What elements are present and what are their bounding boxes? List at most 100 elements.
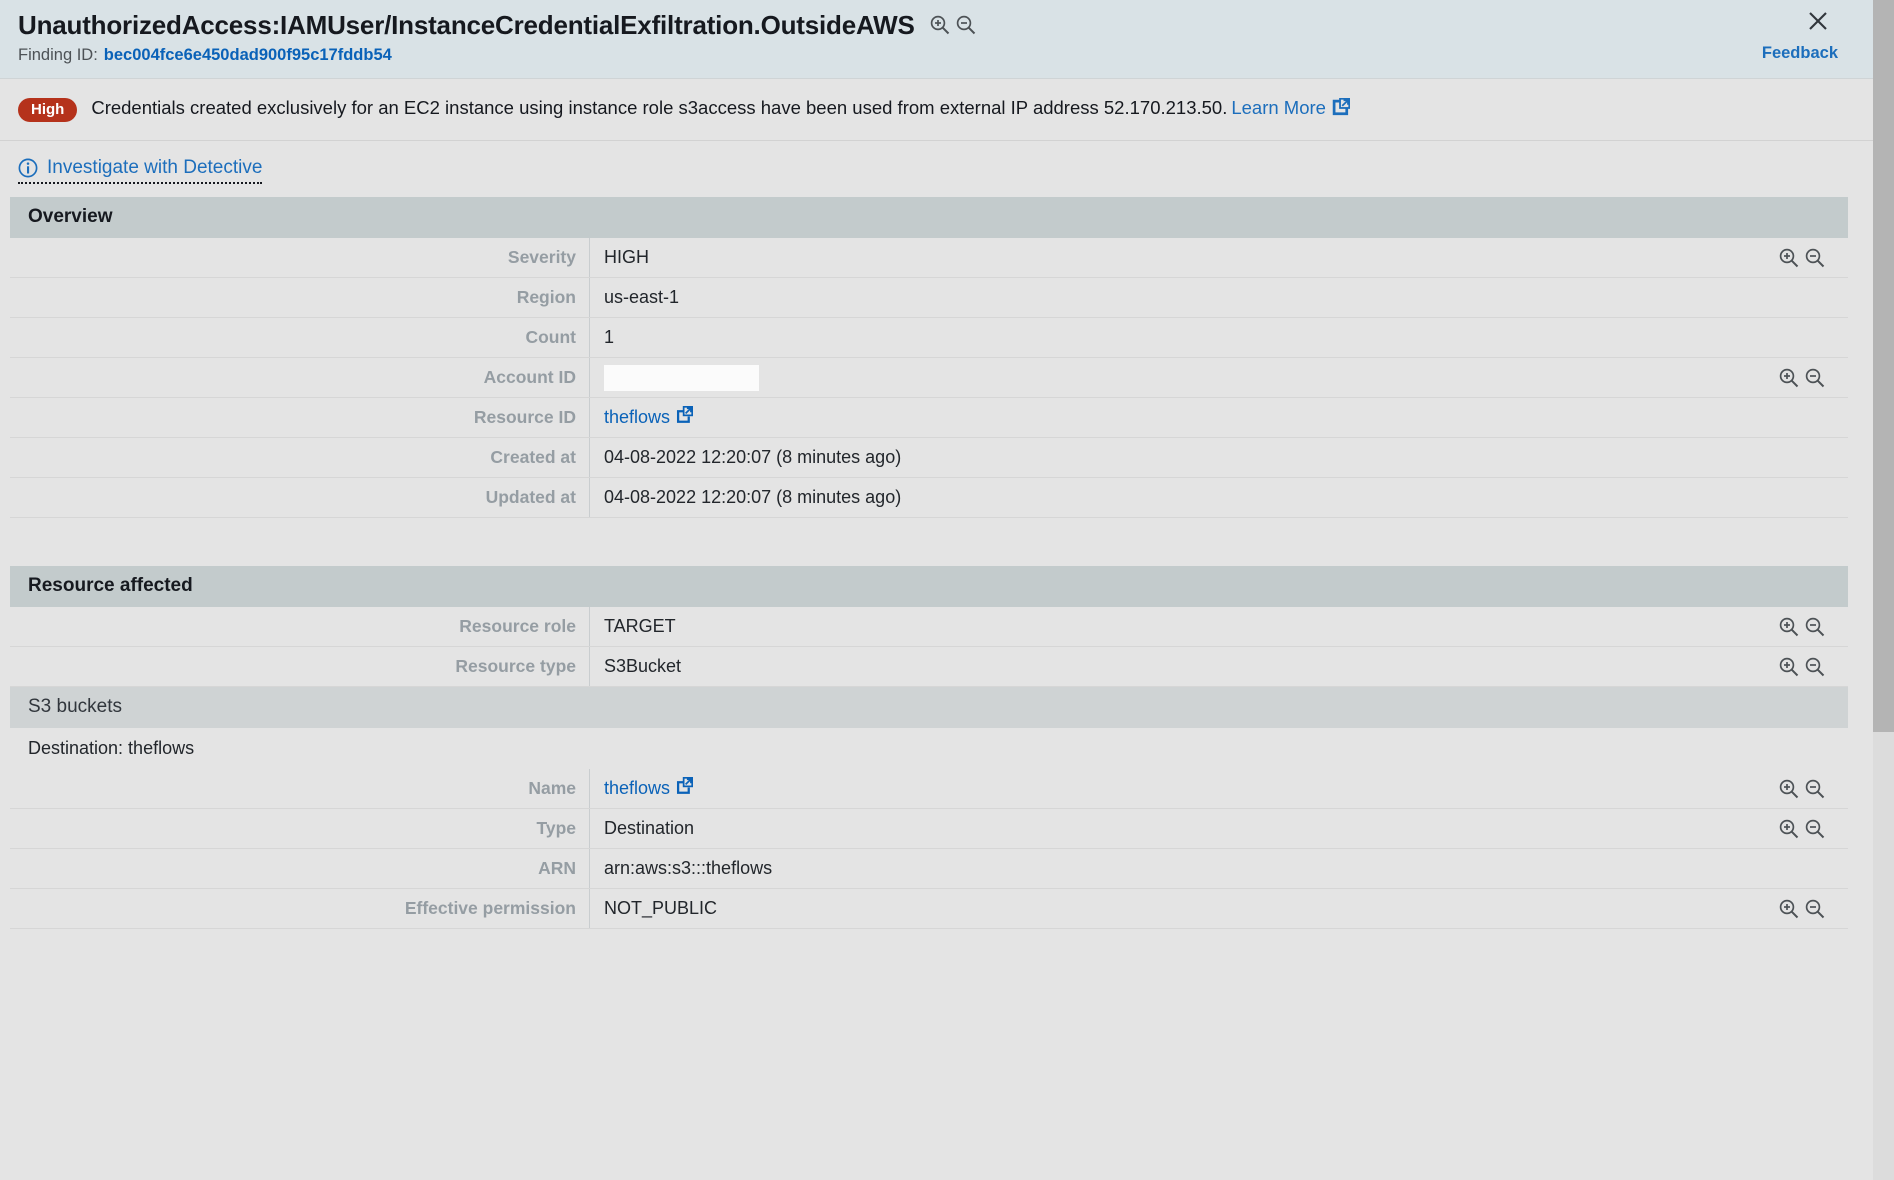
row-label: Resource ID	[10, 398, 590, 437]
page-title: UnauthorizedAccess:IAMUser/InstanceCrede…	[18, 9, 915, 40]
row-value: arn:aws:s3:::theflows	[590, 858, 1848, 879]
vertical-scrollbar[interactable]	[1873, 0, 1894, 1180]
feedback-link[interactable]: Feedback	[1762, 44, 1838, 63]
row-label: Created at	[10, 438, 590, 477]
row-label: Type	[10, 809, 590, 848]
resource-affected-section: Resource affected Resource role TARGET R…	[10, 566, 1848, 929]
row-value-text: TARGET	[604, 616, 676, 636]
row-value: S3Bucket	[590, 656, 1848, 677]
row-value-text: arn:aws:s3:::theflows	[604, 858, 773, 878]
row-value: theflows	[590, 405, 1848, 429]
zoom-in-icon[interactable]	[1778, 898, 1800, 920]
row-value: HIGH	[590, 247, 1848, 268]
detail-row: Resource role TARGET	[10, 607, 1848, 647]
row-label: Name	[10, 769, 590, 808]
close-icon	[1809, 12, 1827, 30]
detail-row: Region us-east-1	[10, 278, 1848, 318]
learn-more-link[interactable]: Learn More	[1231, 97, 1326, 118]
row-label: ARN	[10, 849, 590, 888]
row-value-text: 1	[604, 327, 615, 347]
resource-affected-rows: Resource role TARGET Resource type S3Buc…	[10, 607, 1848, 687]
title-row: UnauthorizedAccess:IAMUser/InstanceCrede…	[0, 8, 1873, 42]
row-label: Updated at	[10, 478, 590, 517]
zoom-in-icon[interactable]	[1778, 247, 1800, 269]
row-label: Count	[10, 318, 590, 357]
value-link[interactable]: theflows	[604, 407, 670, 428]
row-value-text: NOT_PUBLIC	[604, 898, 718, 918]
row-zoom-controls	[1778, 898, 1826, 920]
close-button[interactable]	[1803, 6, 1833, 36]
row-label: Severity	[10, 238, 590, 277]
row-value-text: Destination	[604, 818, 695, 838]
external-link-icon[interactable]	[675, 405, 694, 429]
zoom-in-icon[interactable]	[1778, 367, 1800, 389]
detective-link-label: Investigate with Detective	[47, 157, 263, 178]
detail-row: Type Destination	[10, 809, 1848, 849]
s3-bucket-rows: Name theflows Type Destination ARN arn:a…	[10, 769, 1848, 929]
severity-badge: High	[18, 97, 78, 122]
overview-section: Overview Severity HIGH Region us-east-1 …	[10, 197, 1848, 518]
investigate-with-detective-link[interactable]: Investigate with Detective	[18, 157, 263, 184]
finding-id-value[interactable]: bec004fce6e450dad900f95c17fddb54	[104, 46, 392, 65]
row-value: 04-08-2022 12:20:07 (8 minutes ago)	[590, 487, 1848, 508]
detail-row: Updated at 04-08-2022 12:20:07 (8 minute…	[10, 478, 1848, 518]
zoom-out-icon[interactable]	[1804, 367, 1826, 389]
panel-header: UnauthorizedAccess:IAMUser/InstanceCrede…	[0, 0, 1873, 79]
severity-banner: High Credentials created exclusively for…	[0, 79, 1873, 141]
zoom-in-icon[interactable]	[1778, 656, 1800, 678]
row-zoom-controls	[1778, 247, 1826, 269]
zoom-in-icon[interactable]	[1778, 778, 1800, 800]
redacted-value	[604, 364, 759, 391]
finding-id-label: Finding ID:	[18, 46, 98, 64]
detail-row: Resource type S3Bucket	[10, 647, 1848, 687]
detail-row: Effective permission NOT_PUBLIC	[10, 889, 1848, 929]
title-zoom-controls	[929, 14, 977, 36]
row-value: us-east-1	[590, 287, 1848, 308]
row-value-text: S3Bucket	[604, 656, 682, 676]
detective-row: Investigate with Detective	[0, 141, 1894, 197]
detail-row: Created at 04-08-2022 12:20:07 (8 minute…	[10, 438, 1848, 478]
severity-message: Credentials created exclusively for an E…	[91, 97, 1351, 122]
row-value-text: 04-08-2022 12:20:07 (8 minutes ago)	[604, 447, 902, 467]
row-value: Destination	[590, 818, 1848, 839]
row-label: Resource role	[10, 607, 590, 646]
zoom-out-icon[interactable]	[1804, 898, 1826, 920]
row-zoom-controls	[1778, 656, 1826, 678]
detail-row: Name theflows	[10, 769, 1848, 809]
zoom-in-icon[interactable]	[929, 14, 951, 36]
overview-rows: Severity HIGH Region us-east-1 Count 1 A…	[10, 238, 1848, 518]
zoom-out-icon[interactable]	[1804, 778, 1826, 800]
detail-row: Resource ID theflows	[10, 398, 1848, 438]
zoom-out-icon[interactable]	[1804, 616, 1826, 638]
row-label: Account ID	[10, 358, 590, 397]
detail-row: ARN arn:aws:s3:::theflows	[10, 849, 1848, 889]
zoom-out-icon[interactable]	[1804, 818, 1826, 840]
zoom-in-icon[interactable]	[1778, 818, 1800, 840]
s3-buckets-subsection-title: S3 buckets	[10, 687, 1848, 728]
info-circle-icon	[18, 158, 38, 178]
row-label: Effective permission	[10, 889, 590, 928]
s3-destination-text: Destination: theflows	[10, 728, 1848, 769]
zoom-out-icon[interactable]	[1804, 247, 1826, 269]
row-value-text: 04-08-2022 12:20:07 (8 minutes ago)	[604, 487, 902, 507]
row-value: NOT_PUBLIC	[590, 898, 1848, 919]
row-value	[590, 364, 1848, 391]
scrollbar-thumb[interactable]	[1873, 0, 1894, 732]
severity-message-text: Credentials created exclusively for an E…	[91, 97, 1228, 118]
detail-row: Severity HIGH	[10, 238, 1848, 278]
section-spacer	[0, 518, 1894, 566]
zoom-in-icon[interactable]	[1778, 616, 1800, 638]
row-label: Resource type	[10, 647, 590, 686]
detail-row: Count 1	[10, 318, 1848, 358]
zoom-out-icon[interactable]	[1804, 656, 1826, 678]
resource-affected-section-title: Resource affected	[10, 566, 1848, 607]
detail-row: Account ID	[10, 358, 1848, 398]
finding-details-panel: UnauthorizedAccess:IAMUser/InstanceCrede…	[0, 0, 1894, 1180]
zoom-out-icon[interactable]	[955, 14, 977, 36]
row-zoom-controls	[1778, 778, 1826, 800]
value-link[interactable]: theflows	[604, 778, 670, 799]
external-link-icon[interactable]	[1331, 97, 1351, 122]
external-link-icon[interactable]	[675, 776, 694, 800]
row-zoom-controls	[1778, 367, 1826, 389]
subtitle-row: Finding ID: bec004fce6e450dad900f95c17fd…	[0, 42, 1873, 68]
